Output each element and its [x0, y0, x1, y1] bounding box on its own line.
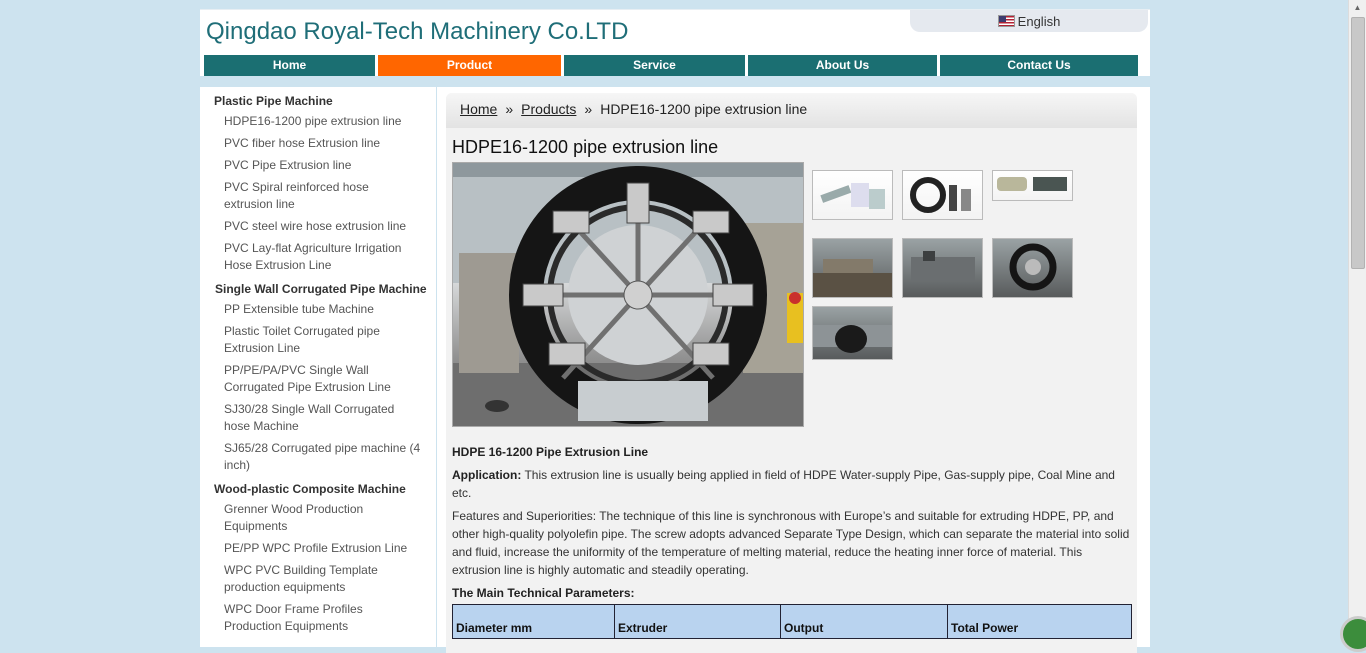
table-header-total-power: Total Power [947, 604, 1132, 639]
sidebar-item[interactable]: PE/PP WPC Profile Extrusion Line [224, 540, 424, 557]
coil-wheel-icon [1009, 243, 1057, 291]
coiler-icon [910, 177, 971, 213]
sidebar-item[interactable]: PVC Pipe Extrusion line [224, 157, 424, 174]
breadcrumb-products-link[interactable]: Products [521, 101, 576, 117]
scroll-thumb[interactable] [1351, 17, 1365, 269]
product-detail-panel: Home » Products » HDPE16-1200 pipe extrusion… [446, 93, 1137, 653]
product-thumbnail[interactable] [902, 170, 983, 220]
vertical-scrollbar[interactable]: ▲ [1340, 0, 1366, 652]
breadcrumb-home-link[interactable]: Home [460, 101, 497, 117]
sidebar-item[interactable]: PP/PE/PA/PVC Single Wall Corrugated Pipe… [224, 362, 404, 396]
breadcrumb-separator: » [584, 101, 593, 117]
page-title: HDPE16-1200 pipe extrusion line [452, 137, 719, 157]
breadcrumb: Home » Products » HDPE16-1200 pipe extrusion… [446, 93, 1137, 128]
nav-home[interactable]: Home [204, 55, 375, 76]
sidebar-item[interactable]: PP Extensible tube Machine [224, 301, 424, 318]
product-subtitle: HDPE 16-1200 Pipe Extrusion Line [452, 445, 649, 459]
sidebar-item[interactable]: PVC steel wire hose extrusion line [224, 218, 424, 235]
product-thumbnail[interactable] [812, 306, 893, 360]
features-paragraph: Features and Superiorities: The techniqu… [452, 509, 1130, 577]
application-label: Application: [452, 468, 522, 482]
sidebar-item[interactable]: PVC Lay-flat Agriculture Irrigation Hose… [224, 240, 414, 274]
pipe-samples-icon [997, 177, 1067, 191]
product-main-photo[interactable] [452, 162, 804, 427]
sidebar-item[interactable]: PVC Spiral reinforced hose extrusion lin… [224, 179, 394, 213]
sidebar-group-title[interactable]: Plastic Pipe Machine [214, 94, 333, 108]
company-logo-text[interactable]: Qingdao Royal-Tech Machinery Co.LTD [206, 18, 628, 46]
params-heading: The Main Technical Parameters: [452, 586, 635, 600]
sidebar-item[interactable]: HDPE16-1200 pipe extrusion line [224, 113, 424, 130]
sidebar-group-title[interactable]: Wood-plastic Composite Machine [214, 482, 406, 496]
main-content: Home » Products » HDPE16-1200 pipe extrusion… [437, 87, 1150, 653]
application-text: This extrusion line is usually being app… [452, 468, 1115, 500]
us-flag-icon [997, 15, 1015, 27]
sidebar-group-title[interactable]: Single Wall Corrugated Pipe Machine [215, 282, 427, 296]
status-badge-icon [1340, 616, 1366, 652]
nav-service[interactable]: Service [564, 55, 745, 76]
product-thumbnail[interactable] [812, 238, 893, 298]
sidebar-item[interactable]: Grenner Wood Production Equipments [224, 501, 384, 535]
extrusion-line-icon [820, 183, 885, 209]
nav-contact-us[interactable]: Contact Us [940, 55, 1138, 76]
sidebar-item[interactable]: SJ65/28 Corrugated pipe machine (4 inch) [224, 440, 424, 474]
nav-about-us[interactable]: About Us [748, 55, 937, 76]
sidebar-item[interactable]: SJ30/28 Single Wall Corrugated hose Mach… [224, 401, 409, 435]
language-label: English [1017, 14, 1061, 29]
workshop-icon [813, 259, 892, 297]
product-thumbnail[interactable] [902, 238, 983, 298]
scroll-up-icon[interactable]: ▲ [1349, 0, 1366, 16]
pipe-coiler-illustration [453, 163, 803, 426]
machine-icon [911, 251, 975, 281]
site-header: Qingdao Royal-Tech Machinery Co.LTD Engl… [200, 9, 1150, 76]
product-thumbnail[interactable] [992, 238, 1073, 298]
sidebar-item[interactable]: Plastic Toilet Corrugated pipe Extrusion… [224, 323, 399, 357]
product-thumbnail[interactable] [992, 170, 1073, 201]
language-switcher[interactable]: English [910, 10, 1148, 32]
application-paragraph: Application: This extrusion line is usua… [452, 466, 1132, 502]
sidebar-item[interactable]: WPC PVC Building Template production equ… [224, 562, 404, 596]
table-header-output: Output [780, 604, 948, 639]
table-header-extruder: Extruder [614, 604, 781, 639]
breadcrumb-separator: » [505, 101, 514, 117]
product-thumbnail[interactable] [812, 170, 893, 220]
technical-parameters-table: Diameter mm Extruder Output Total Power [452, 604, 1132, 639]
product-category-sidebar: Plastic Pipe Machine HDPE16-1200 pipe ex… [200, 87, 436, 647]
table-header-diameter: Diameter mm [452, 604, 615, 639]
sidebar-item[interactable]: WPC Door Frame Profiles Production Equip… [224, 601, 399, 635]
nav-product[interactable]: Product [378, 55, 561, 76]
sidebar-item[interactable]: PVC fiber hose Extrusion line [224, 135, 424, 152]
large-pipe-icon [813, 325, 892, 353]
breadcrumb-current: HDPE16-1200 pipe extrusion line [600, 101, 808, 117]
